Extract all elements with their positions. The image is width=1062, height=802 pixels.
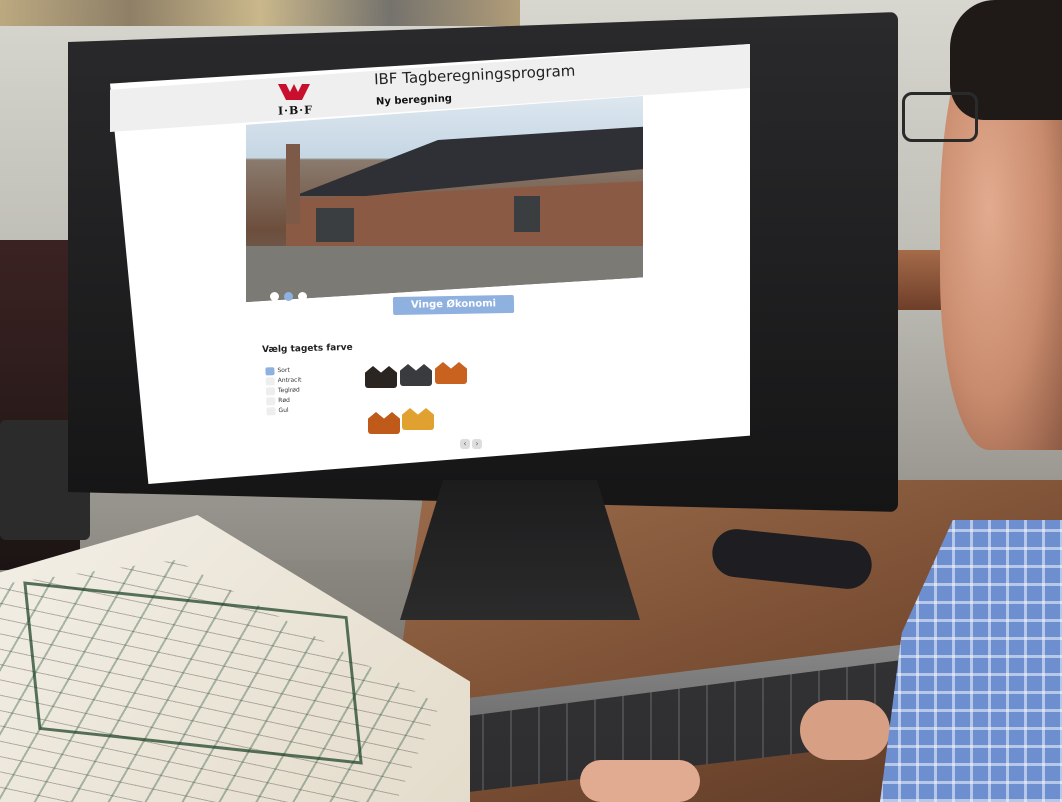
slide-dot-active[interactable] (284, 292, 293, 301)
chevron-right-icon[interactable]: › (472, 439, 482, 449)
logo-text: I·B·F (277, 103, 314, 118)
radio[interactable] (265, 386, 276, 395)
chevron-left-icon[interactable]: ‹ (460, 439, 470, 449)
color-label: Teglrød (277, 386, 300, 395)
house-photo (246, 96, 643, 302)
color-option-rod[interactable]: Rød (266, 396, 302, 406)
color-option-gul[interactable]: Gul (266, 406, 302, 416)
radio[interactable] (266, 396, 276, 405)
window (514, 196, 540, 232)
glasses (902, 92, 978, 142)
color-label: Rød (278, 396, 290, 405)
radio[interactable] (266, 406, 276, 415)
color-option-antracit[interactable]: Antracit (265, 376, 302, 386)
slide-indicators (270, 286, 312, 305)
slide-dot[interactable] (270, 292, 279, 301)
color-label: Gul (278, 406, 289, 415)
chimney (286, 144, 300, 224)
pinboard (0, 0, 520, 26)
radio-selected[interactable] (265, 366, 275, 375)
pager: ‹ › (460, 431, 484, 450)
product-button[interactable]: Vinge Økonomi (392, 294, 515, 316)
color-label: Antracit (277, 376, 302, 385)
color-option-teglrod[interactable]: Teglrød (265, 386, 302, 396)
radio[interactable] (265, 376, 275, 385)
slide-dot[interactable] (298, 292, 307, 301)
color-label: Sort (277, 366, 290, 375)
color-options: Sort Antracit Teglrød Rød Gul (265, 366, 302, 417)
hand-right (800, 700, 890, 760)
hand-left (580, 760, 700, 802)
window (316, 208, 354, 242)
color-option-sort[interactable]: Sort (265, 366, 301, 376)
